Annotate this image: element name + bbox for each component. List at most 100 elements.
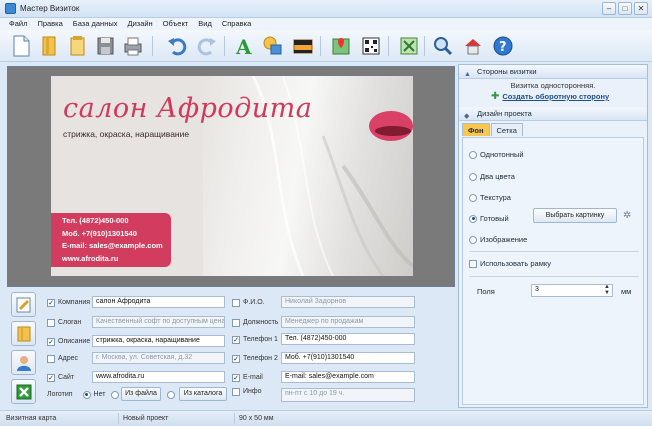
- create-back-side-link[interactable]: Создать оборотную сторону: [502, 92, 609, 101]
- logo-file-radio[interactable]: [111, 390, 120, 399]
- documents-icon[interactable]: [11, 321, 36, 346]
- close-button[interactable]: ✕: [634, 2, 648, 15]
- use-frame-option[interactable]: Использовать рамку: [469, 259, 551, 268]
- menu-help[interactable]: Справка: [217, 18, 256, 30]
- address-checkbox[interactable]: [47, 354, 55, 363]
- card-sides-header[interactable]: ▲ Стороны визитки: [459, 65, 647, 79]
- contacts-icon[interactable]: [11, 350, 36, 375]
- field-fio: Ф.И.О.: [232, 296, 265, 309]
- option-two-colors[interactable]: Два цвета: [469, 172, 515, 181]
- company-checkbox[interactable]: ✓: [47, 298, 55, 307]
- email-input[interactable]: E-mail: sales@example.com: [281, 371, 415, 383]
- redo-icon[interactable]: [194, 33, 220, 59]
- tab-background[interactable]: Фон: [462, 123, 490, 136]
- phone2-checkbox[interactable]: ✓: [232, 354, 240, 363]
- spin-arrows-icon[interactable]: ▲ ▼: [604, 285, 610, 296]
- toolbar-separator: [152, 36, 153, 56]
- logo-label: Логотип: [47, 391, 73, 398]
- phone1-input[interactable]: Тел. (4872)450-000: [281, 333, 415, 345]
- zoom-icon[interactable]: [430, 33, 456, 59]
- option-solid[interactable]: Однотонный: [469, 150, 524, 159]
- use-frame-checkbox[interactable]: [469, 259, 477, 268]
- help-icon[interactable]: ?: [490, 33, 516, 59]
- solid-radio[interactable]: [469, 150, 477, 159]
- maximize-button[interactable]: □: [618, 2, 632, 15]
- slogan-input[interactable]: Качественный софт по доступным ценам: [92, 316, 225, 328]
- card-contact-block: Тел. (4872)450-000 Моб. +7(910)1301540 E…: [51, 213, 171, 267]
- margins-input[interactable]: 3 ▲ ▼: [531, 284, 613, 297]
- text-icon[interactable]: A: [230, 33, 256, 59]
- address-input[interactable]: г. Москва, ул. Советская, д.32: [92, 352, 225, 364]
- phone1-checkbox[interactable]: ✓: [232, 335, 240, 344]
- option-image[interactable]: Изображение: [469, 235, 527, 244]
- menu-edit[interactable]: Правка: [32, 18, 67, 30]
- card-phone: Тел. (4872)450-000: [62, 216, 129, 225]
- slogan-label: Слоган: [58, 319, 82, 326]
- create-back-side[interactable]: ✚ Создать оборотную сторону: [491, 91, 609, 102]
- position-checkbox[interactable]: [232, 318, 240, 327]
- templates-icon[interactable]: [64, 33, 90, 59]
- site-input[interactable]: www.afrodita.ru: [92, 371, 225, 383]
- logo-from-file-button[interactable]: Из файла: [121, 387, 161, 401]
- info-checkbox[interactable]: [232, 387, 240, 396]
- ready-radio[interactable]: [469, 214, 477, 223]
- status-card-size: 90 x 50 мм: [234, 413, 274, 424]
- texture-radio[interactable]: [469, 193, 477, 202]
- description-checkbox[interactable]: ✓: [47, 337, 55, 346]
- field-slogan: Слоган: [47, 316, 81, 329]
- email-checkbox[interactable]: ✓: [232, 373, 240, 382]
- undo-icon[interactable]: [164, 33, 190, 59]
- image-radio[interactable]: [469, 235, 477, 244]
- option-texture[interactable]: Текстура: [469, 193, 511, 202]
- edit-text-icon[interactable]: [11, 292, 36, 317]
- phone2-input[interactable]: Моб. +7(910)1301540: [281, 352, 415, 364]
- description-input[interactable]: стрижка, окраска, наращивание: [92, 335, 225, 347]
- settings-gear-icon[interactable]: ✲: [623, 210, 631, 221]
- info-input[interactable]: пн-пт с 10 до 19 ч.: [281, 388, 415, 402]
- new-document-icon[interactable]: [8, 33, 34, 59]
- image-icon[interactable]: [290, 33, 316, 59]
- save-icon[interactable]: [92, 33, 118, 59]
- design-header[interactable]: ◆ Дизайн проекта: [459, 107, 647, 121]
- map-icon[interactable]: [328, 33, 354, 59]
- logo-none-radio[interactable]: [82, 390, 91, 399]
- excel-icon[interactable]: [11, 379, 36, 404]
- slogan-checkbox[interactable]: [47, 318, 55, 327]
- collapse-chevron-icon: ▲: [464, 71, 471, 78]
- menu-object[interactable]: Объект: [158, 18, 194, 30]
- status-document-type: Визитная карта: [6, 415, 57, 422]
- field-email: ✓ E-mail: [232, 371, 263, 384]
- design-icon: ◆: [464, 113, 470, 120]
- app-icon: [5, 3, 16, 14]
- qr-code-icon[interactable]: [358, 33, 384, 59]
- address-label: Адрес: [58, 355, 79, 362]
- field-position: Должность: [232, 316, 278, 329]
- menu-view[interactable]: Вид: [193, 18, 217, 30]
- card-website: www.afrodita.ru: [62, 253, 119, 263]
- shapes-icon[interactable]: [260, 33, 286, 59]
- two-colors-radio[interactable]: [469, 172, 477, 181]
- card-sides-info: Визитка односторонняя.: [510, 81, 596, 90]
- logo-catalog-radio[interactable]: [167, 390, 175, 399]
- site-checkbox[interactable]: ✓: [47, 373, 55, 382]
- logo-from-catalog-button[interactable]: Из каталога: [179, 387, 227, 401]
- option-ready[interactable]: Готовый: [469, 214, 509, 223]
- design-title: Дизайн проекта: [477, 109, 532, 118]
- tab-grid[interactable]: Сетка: [490, 123, 523, 136]
- card-tagline: стрижка, окраска, наращивание: [63, 129, 190, 139]
- fio-input[interactable]: Николай Задорнов: [281, 296, 415, 308]
- print-icon[interactable]: [120, 33, 146, 59]
- minimize-button[interactable]: –: [602, 2, 616, 15]
- menu-file[interactable]: Файл: [4, 18, 32, 30]
- menu-design[interactable]: Дизайн: [122, 18, 157, 30]
- fio-checkbox[interactable]: [232, 298, 240, 307]
- company-input[interactable]: салон Афродита: [92, 296, 225, 308]
- open-folder-icon[interactable]: [36, 33, 62, 59]
- menu-database[interactable]: База данных: [68, 18, 123, 30]
- toolbar-separator: [224, 36, 225, 56]
- position-input[interactable]: Менеджер по продажам: [281, 316, 415, 328]
- fit-icon[interactable]: [396, 33, 422, 59]
- choose-picture-button[interactable]: Выбрать картинку: [533, 208, 617, 223]
- business-card[interactable]: салон Афродита стрижка, окраска, наращив…: [51, 76, 413, 276]
- home-icon[interactable]: [460, 33, 486, 59]
